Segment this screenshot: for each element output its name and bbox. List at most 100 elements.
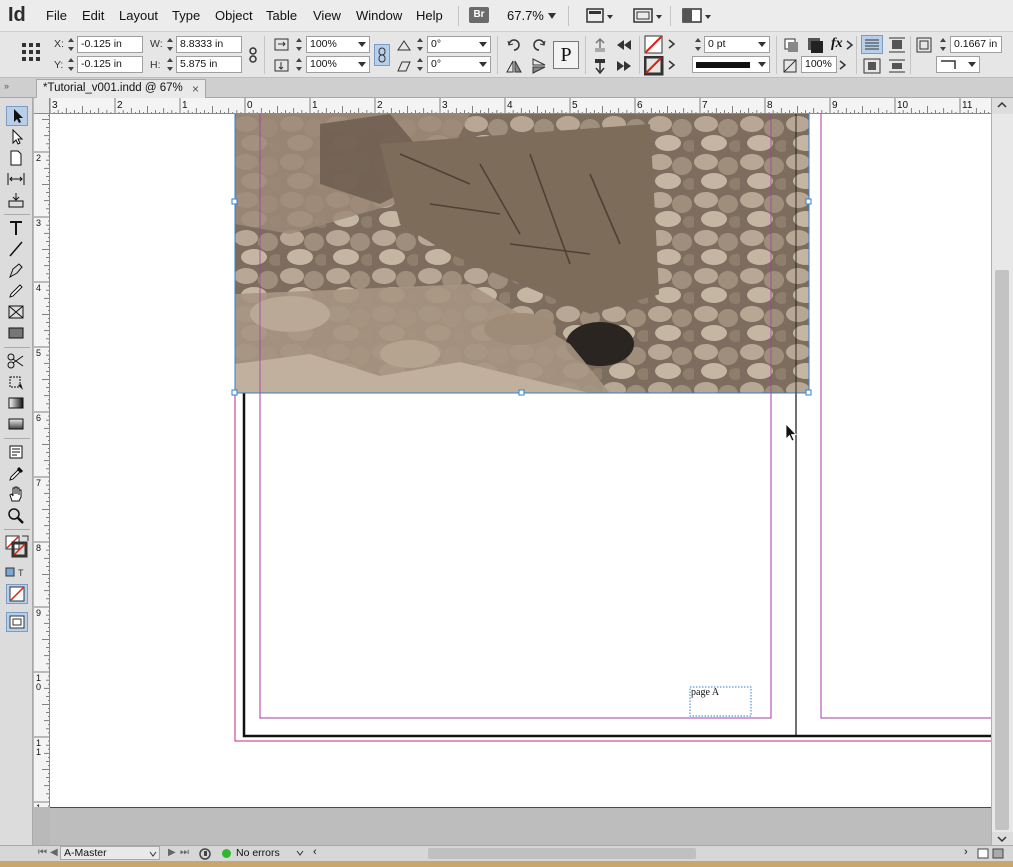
corner-shape-dropdown[interactable] [936,56,980,73]
drop-shadow-icon[interactable] [782,36,800,54]
ruler-origin[interactable] [34,98,50,114]
opacity-chevron-right-icon[interactable] [839,60,847,70]
line-tool[interactable] [6,240,28,260]
apply-none-button[interactable] [6,584,28,604]
zoom-tool[interactable] [6,506,28,526]
select-previous-icon[interactable] [614,36,634,54]
content-collector-tool[interactable] [6,191,28,211]
frame-handle-left[interactable] [231,198,238,205]
selection-tool[interactable] [6,106,28,126]
last-page-icon[interactable]: ⏭ [180,847,189,858]
gap-stepper[interactable] [939,36,947,53]
shear-angle-field[interactable]: 0° [427,56,491,73]
rectangle-tool[interactable] [6,324,28,344]
rotate-stepper[interactable] [416,36,424,53]
gap-tool[interactable] [6,170,28,190]
p-text-frame-icon[interactable]: P [553,41,579,69]
scale-y-stepper[interactable] [295,56,303,73]
document-canvas[interactable]: page A [50,114,991,807]
panel-collapse-icon[interactable]: » [4,81,9,91]
pencil-tool[interactable] [6,282,28,302]
preflight-status-text[interactable]: No errors [236,847,280,859]
scroll-left-button[interactable]: ‹ [313,846,317,858]
previous-page-icon[interactable]: ◀ [50,847,58,858]
frame-handle-bottom-center[interactable] [518,389,525,396]
y-position-field[interactable]: -0.125 in [77,56,143,73]
x-position-field[interactable]: -0.125 in [77,36,143,53]
first-page-icon[interactable]: ⏮ [38,847,47,858]
rotate-90-ccw-icon[interactable] [530,36,548,54]
view-options-icon[interactable] [586,7,614,25]
select-container-icon[interactable] [591,36,609,54]
y-stepper[interactable] [67,56,75,73]
bridge-button[interactable]: Br [469,7,489,23]
open-document-icon[interactable] [198,847,214,860]
rotate-90-cw-icon[interactable] [505,36,523,54]
document-tab[interactable]: *Tutorial_v001.indd @ 67% × [36,79,206,98]
scissors-tool[interactable] [6,352,28,372]
vertical-ruler[interactable]: 23456789101112 [34,114,50,807]
rectangle-frame-tool[interactable] [6,303,28,323]
scale-x-field[interactable]: 100% [306,36,370,53]
stroke-type-dropdown[interactable] [692,56,770,73]
wrap-object-shape-icon[interactable] [862,57,882,75]
fill-stroke-swatches-icon[interactable] [4,534,30,560]
pen-tool[interactable] [6,261,28,281]
preflight-menu-chevron-icon[interactable] [296,849,304,857]
flip-vertical-icon[interactable] [530,57,548,75]
hand-tool[interactable] [6,485,28,505]
width-field[interactable]: 8.8333 in [176,36,242,53]
frame-handle-right[interactable] [805,198,812,205]
column-gap-field[interactable]: 0.1667 in [950,36,1002,53]
stroke-weight-stepper[interactable] [694,36,702,53]
note-tool[interactable] [6,443,28,463]
type-tool[interactable] [6,219,28,239]
select-next-icon[interactable] [614,57,634,75]
gradient-swatch-tool[interactable] [6,394,28,414]
fx-chevron-right-icon[interactable] [846,40,854,50]
menu-type[interactable]: Type [172,8,200,23]
select-content-icon[interactable] [591,57,609,75]
gradient-feather-tool[interactable] [6,415,28,435]
page-select-dropdown[interactable]: A-Master [60,846,160,860]
no-text-wrap-button[interactable] [861,35,883,54]
opacity-field[interactable]: 100% [801,56,837,73]
wrap-bounding-box-icon[interactable] [887,36,907,54]
menu-window[interactable]: Window [356,8,402,23]
stroke-weight-field[interactable]: 0 pt [704,36,770,53]
bevel-icon[interactable] [806,36,824,54]
close-tab-icon[interactable]: × [192,82,199,96]
constrain-link-icon[interactable] [245,46,261,64]
screen-mode-normal-button[interactable] [6,612,28,632]
free-transform-tool[interactable] [6,373,28,393]
menu-view[interactable]: View [313,8,341,23]
fill-chevron-right-icon[interactable] [668,39,676,49]
vertical-scrollbar[interactable] [991,98,1013,848]
jump-object-icon[interactable] [887,57,907,75]
menu-edit[interactable]: Edit [82,8,104,23]
view-buttons-icon[interactable] [976,847,1006,860]
rotation-angle-field[interactable]: 0° [427,36,491,53]
frame-handle-bottom-left[interactable] [231,389,238,396]
next-page-icon[interactable]: ▶ [168,847,176,858]
x-stepper[interactable] [67,36,75,53]
stroke-chevron-right-icon[interactable] [668,60,676,70]
menu-object[interactable]: Object [215,8,253,23]
screen-mode-icon[interactable] [633,7,663,25]
h-stepper[interactable] [166,56,174,73]
fill-swatch-none-icon[interactable] [644,35,664,55]
flip-horizontal-icon[interactable] [505,57,523,75]
zoom-level-dropdown[interactable]: 67.7% [507,8,544,23]
direct-selection-tool[interactable] [6,128,28,148]
fx-effects-icon[interactable]: fx [831,36,843,52]
auto-fit-icon[interactable] [915,36,933,54]
frame-handle-bottom-right[interactable] [805,389,812,396]
scroll-up-button[interactable] [992,98,1013,114]
scale-link-toggle[interactable] [374,44,390,66]
menu-help[interactable]: Help [416,8,443,23]
scale-y-field[interactable]: 100% [306,56,370,73]
height-field[interactable]: 5.875 in [176,56,242,73]
scroll-right-button[interactable]: › [964,846,968,858]
zoom-chevron-down-icon[interactable] [548,13,556,19]
formatting-container-icon[interactable]: T [4,566,30,578]
